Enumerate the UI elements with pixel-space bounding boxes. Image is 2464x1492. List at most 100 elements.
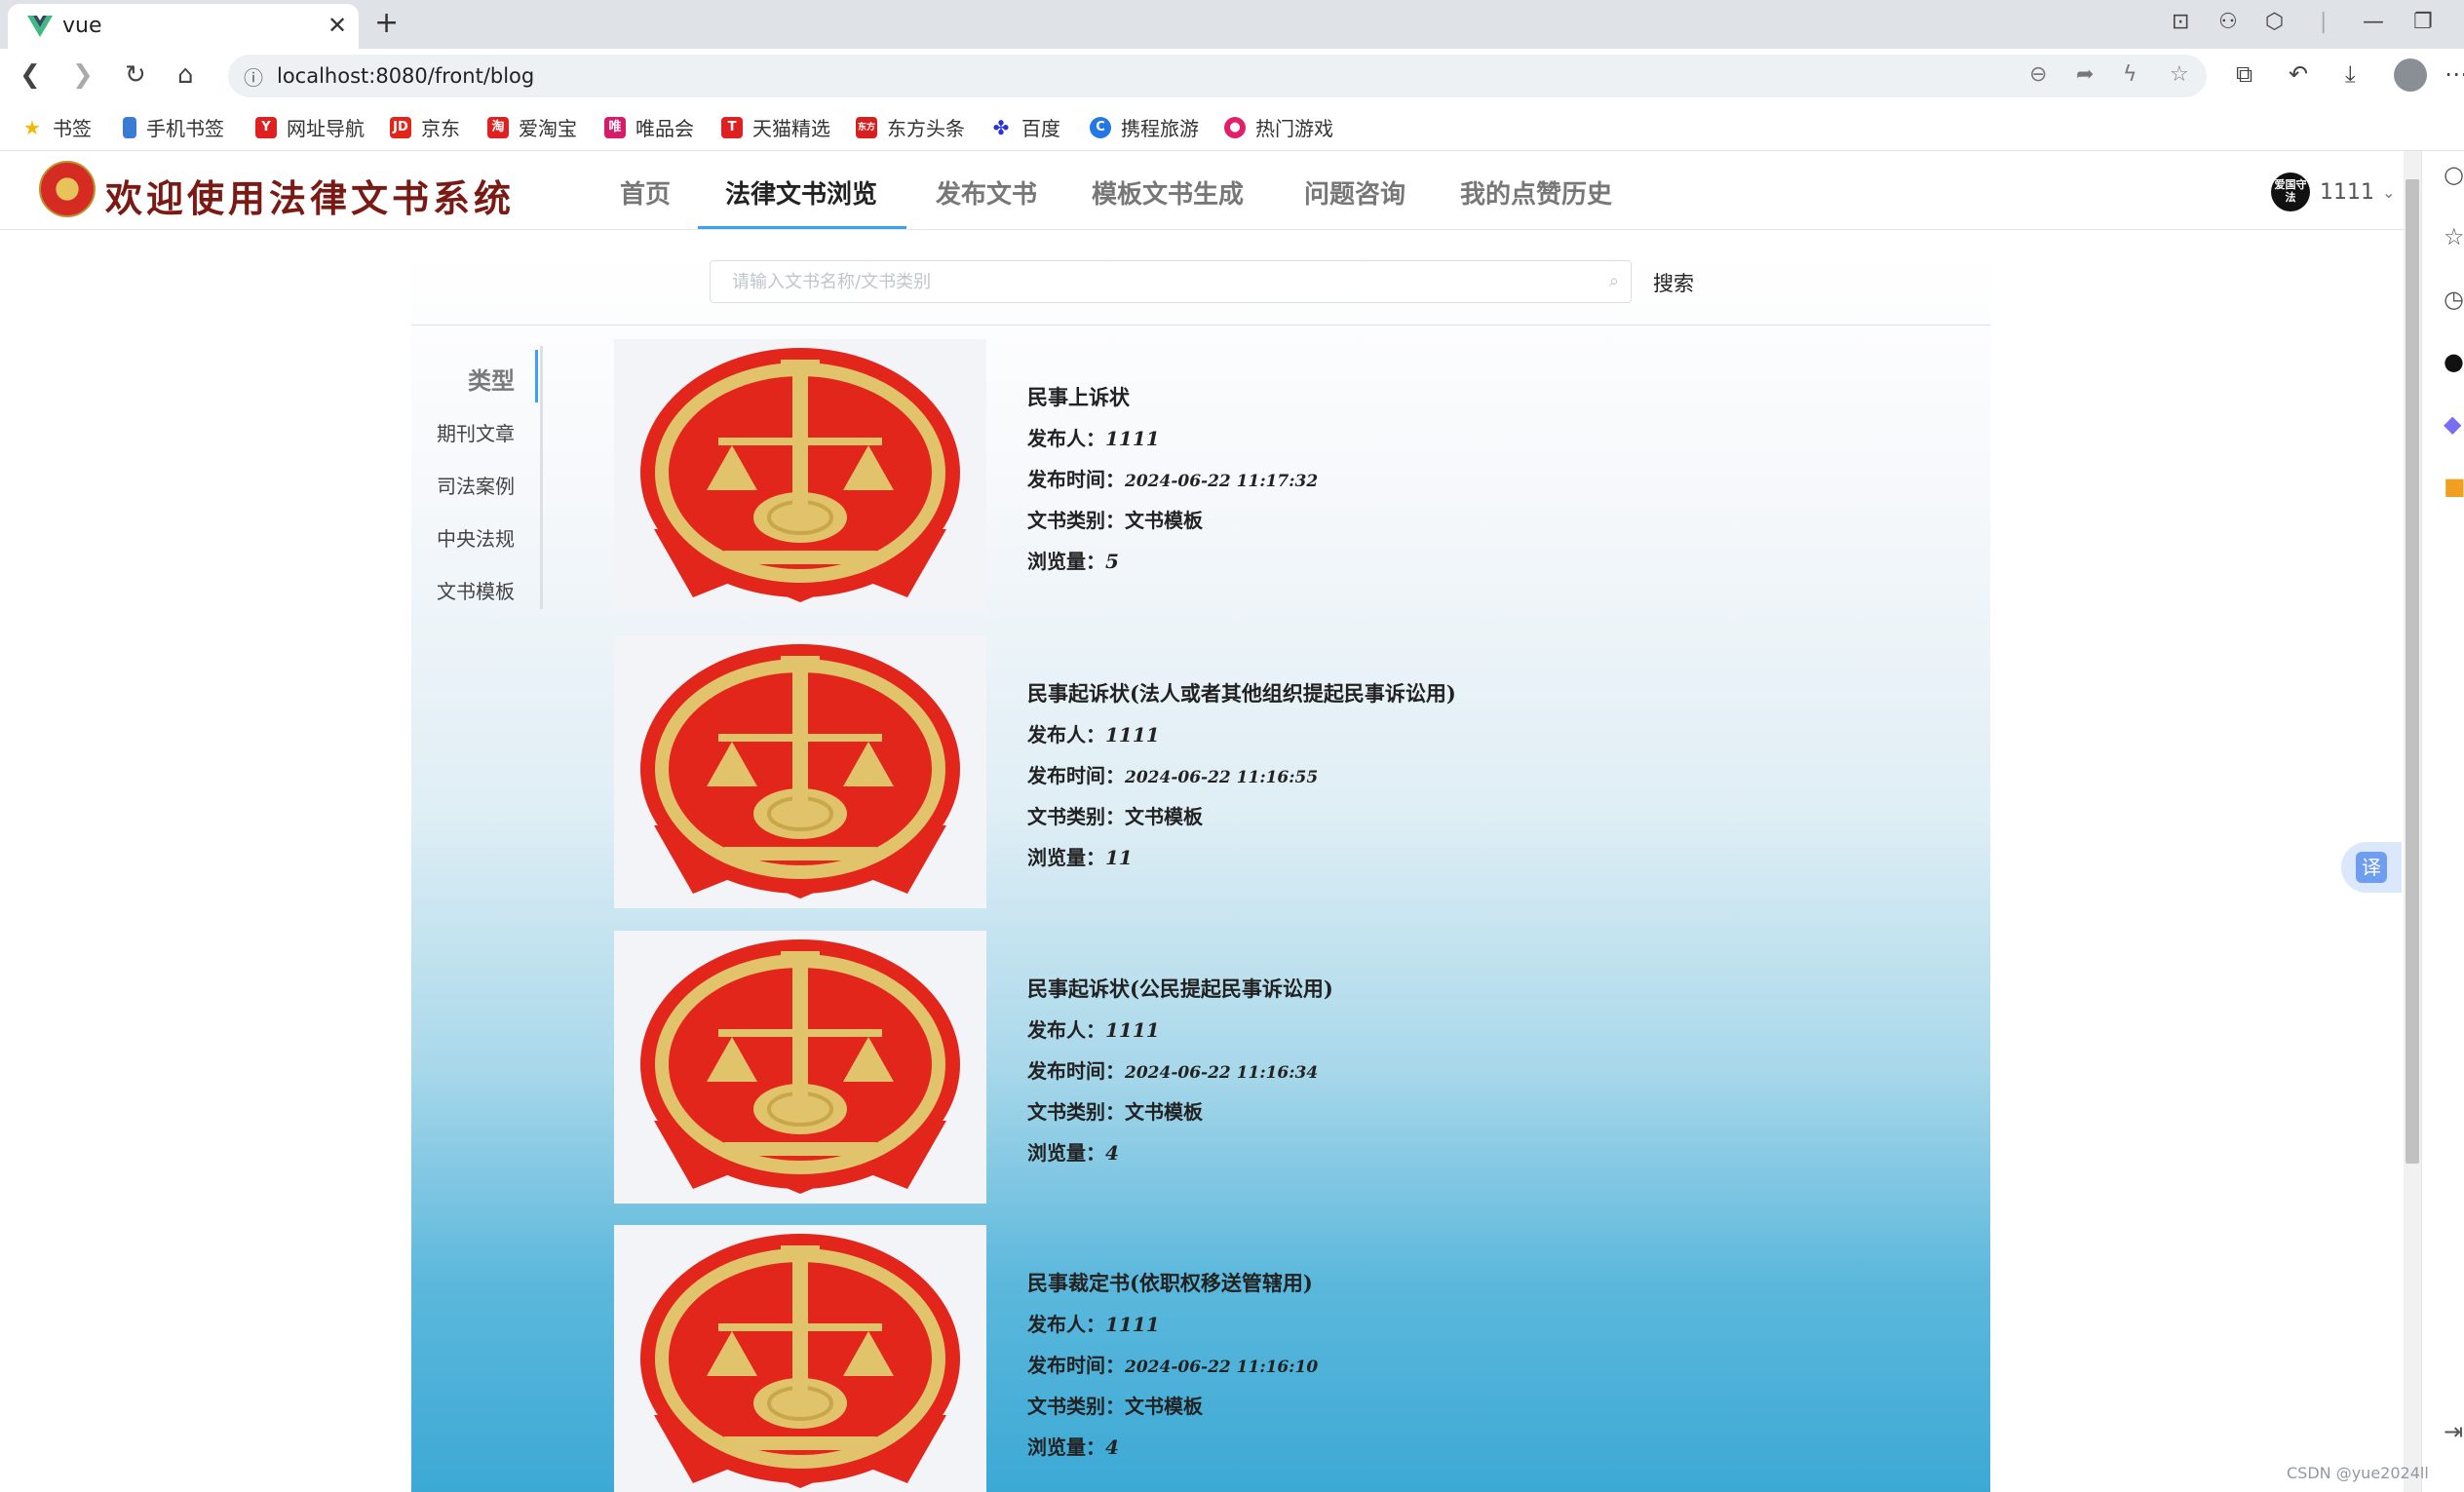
ai-assistant-icon[interactable]: ●	[2444, 348, 2464, 375]
publisher-label: 发布人：	[1027, 427, 1105, 450]
document-title[interactable]: 民事裁定书(依职权移送管辖用)	[1027, 1268, 1318, 1309]
search-box[interactable]: ⌕	[710, 260, 1632, 303]
search-icon[interactable]: ○	[2444, 161, 2464, 188]
user-avatar[interactable]: 爱国守法	[2271, 172, 2310, 211]
views-label: 浏览量：	[1027, 1141, 1105, 1165]
forward-icon[interactable]: ❯	[72, 60, 94, 90]
back-icon[interactable]: ❮	[19, 60, 41, 90]
zoom-icon[interactable]: ⊖	[2029, 62, 2047, 87]
document-thumbnail[interactable]	[614, 931, 986, 1204]
category-row: 文书类别：文书模板	[1027, 505, 1318, 546]
star-icon[interactable]: ☆	[2170, 62, 2189, 87]
category-row: 文书类别：文书模板	[1027, 1096, 1333, 1137]
bookmark-item[interactable]: 淘爱淘宝	[487, 113, 577, 141]
sidebar-item-cases[interactable]: 司法案例	[437, 471, 515, 499]
tab-search-icon[interactable]: ⊡	[2172, 10, 2189, 34]
search-input[interactable]	[730, 261, 1592, 302]
nav-like-history[interactable]: 我的点赞历史	[1460, 174, 1612, 210]
history-icon[interactable]: ◷	[2444, 286, 2464, 313]
search-button[interactable]: 搜索	[1653, 268, 1694, 297]
game-icon: ●	[1224, 116, 1246, 138]
document-thumbnail[interactable]	[614, 339, 986, 612]
views-row: 浏览量：11	[1027, 842, 1456, 883]
bookmark-item[interactable]: Y 网址导航	[255, 113, 365, 141]
document-title[interactable]: 民事起诉状(法人或者其他组织提起民事诉讼用)	[1027, 678, 1456, 719]
home-icon[interactable]: ⌂	[177, 60, 194, 90]
bookmark-item[interactable]: JD 京东	[390, 113, 460, 141]
time-value: 2024-06-22 11:16:55	[1125, 768, 1319, 787]
nav-template-generate[interactable]: 模板文书生成	[1092, 174, 1244, 210]
time-label: 发布时间：	[1027, 1059, 1125, 1083]
bookmark-item[interactable]: T 天猫精选	[721, 113, 830, 141]
profile-avatar[interactable]	[2394, 58, 2427, 92]
document-card[interactable]: 民事上诉状 发布人：1111 发布时间：2024-06-22 11:17:32 …	[614, 339, 1686, 618]
bookmark-item[interactable]: 手机书签	[123, 113, 224, 141]
sidebar-item-journal[interactable]: 期刊文章	[437, 418, 515, 446]
site-info-icon[interactable]: ⓘ	[244, 62, 263, 91]
bookmark-item[interactable]: C 携程旅游	[1090, 113, 1199, 141]
document-thumbnail[interactable]	[614, 635, 986, 908]
bookmark-item[interactable]: 唯唯品会	[604, 113, 694, 141]
nav-publish[interactable]: 发布文书	[936, 174, 1037, 210]
address-bar[interactable]: ⓘ localhost:8080/front/blog ⊖ ➦ ϟ ☆	[228, 55, 2207, 97]
sidebar-title[interactable]: 类型	[468, 362, 515, 396]
document-thumbnail[interactable]	[614, 1225, 986, 1492]
lightning-icon[interactable]: ϟ	[2123, 62, 2137, 87]
user-menu[interactable]: 爱国守法 1111 ⌄	[2271, 172, 2395, 211]
collapse-panel-icon[interactable]: ⇥	[2444, 1418, 2463, 1445]
time-value: 2024-06-22 11:17:32	[1125, 472, 1319, 491]
time-row: 发布时间：2024-06-22 11:16:55	[1027, 760, 1456, 801]
time-row: 发布时间：2024-06-22 11:16:34	[1027, 1055, 1333, 1096]
new-tab-icon[interactable]: +	[374, 6, 399, 40]
bookmark-item[interactable]: ✤ 百度	[990, 113, 1060, 141]
jd-icon: JD	[390, 116, 411, 138]
extension-puzzle-icon[interactable]: ⧉	[2236, 60, 2252, 88]
document-title[interactable]: 民事起诉状(公民提起民事诉讼用)	[1027, 974, 1333, 1014]
undo-icon[interactable]: ↶	[2289, 60, 2308, 88]
sidebar-item-regulations[interactable]: 中央法规	[437, 523, 515, 552]
minimize-icon[interactable]: —	[2363, 10, 2384, 34]
bookmark-item[interactable]: ● 热门游戏	[1224, 113, 1333, 141]
nav-consult[interactable]: 问题咨询	[1304, 174, 1405, 210]
bookmark-item[interactable]: ★ 书签	[21, 113, 92, 141]
download-icon[interactable]: ⤓	[2345, 60, 2356, 88]
category-label: 文书类别：	[1027, 805, 1125, 828]
document-card[interactable]: 民事起诉状(公民提起民事诉讼用) 发布人：1111 发布时间：2024-06-2…	[614, 931, 1686, 1209]
translate-button[interactable]: 译	[2341, 842, 2402, 893]
more-menu-icon[interactable]: ⋯	[2445, 60, 2464, 88]
document-card[interactable]: 民事起诉状(法人或者其他组织提起民事诉讼用) 发布人：1111 发布时间：202…	[614, 635, 1686, 914]
user-name[interactable]: 1111	[2320, 180, 2374, 205]
search-icon[interactable]: ⌕	[1609, 271, 1619, 291]
sidebar-item-templates[interactable]: 文书模板	[437, 576, 515, 604]
publisher-value: 1111	[1105, 1018, 1160, 1042]
scrollbar-thumb[interactable]	[2406, 179, 2419, 1164]
document-card[interactable]: 民事裁定书(依职权移送管辖用) 发布人：1111 发布时间：2024-06-22…	[614, 1225, 1686, 1492]
category-label: 文书类别：	[1027, 1100, 1125, 1124]
star-icon[interactable]: ☆	[2444, 223, 2464, 250]
category-label: 文书类别：	[1027, 509, 1125, 532]
document-info: 民事起诉状(法人或者其他组织提起民事诉讼用) 发布人：1111 发布时间：202…	[1027, 678, 1456, 883]
document-info: 民事上诉状 发布人：1111 发布时间：2024-06-22 11:17:32 …	[1027, 382, 1318, 587]
share-icon[interactable]: ➦	[2076, 62, 2094, 87]
baidu-paw-icon: ✤	[992, 115, 1010, 139]
reload-icon[interactable]: ↻	[125, 60, 146, 90]
chevron-down-icon[interactable]: ⌄	[2382, 183, 2395, 202]
time-label: 发布时间：	[1027, 764, 1125, 787]
publisher-row: 发布人：1111	[1027, 423, 1318, 464]
views-row: 浏览量：4	[1027, 1137, 1333, 1178]
browser-tab[interactable]: vue ✕	[8, 4, 359, 49]
bookmark-item[interactable]: 东方 东方头条	[856, 113, 965, 141]
close-tab-icon[interactable]: ✕	[327, 12, 347, 39]
restore-icon[interactable]: ❐	[2413, 10, 2433, 34]
nav-home[interactable]: 首页	[620, 174, 671, 210]
game-controller-icon[interactable]: ◆	[2444, 410, 2461, 438]
incognito-icon[interactable]: ⚇	[2218, 10, 2238, 34]
document-title[interactable]: 民事上诉状	[1027, 382, 1318, 423]
browser-tab-bar: vue ✕ + ⊡ ⚇ ⬡ | — ❐	[0, 0, 2464, 49]
views-value: 4	[1105, 1435, 1119, 1459]
url-text[interactable]: localhost:8080/front/blog	[277, 64, 534, 88]
nav-document-browse[interactable]: 法律文书浏览	[725, 174, 877, 210]
category-value: 文书模板	[1125, 509, 1203, 532]
extensions-icon[interactable]: ⬡	[2265, 10, 2284, 34]
briefcase-icon[interactable]: ■	[2444, 473, 2464, 500]
